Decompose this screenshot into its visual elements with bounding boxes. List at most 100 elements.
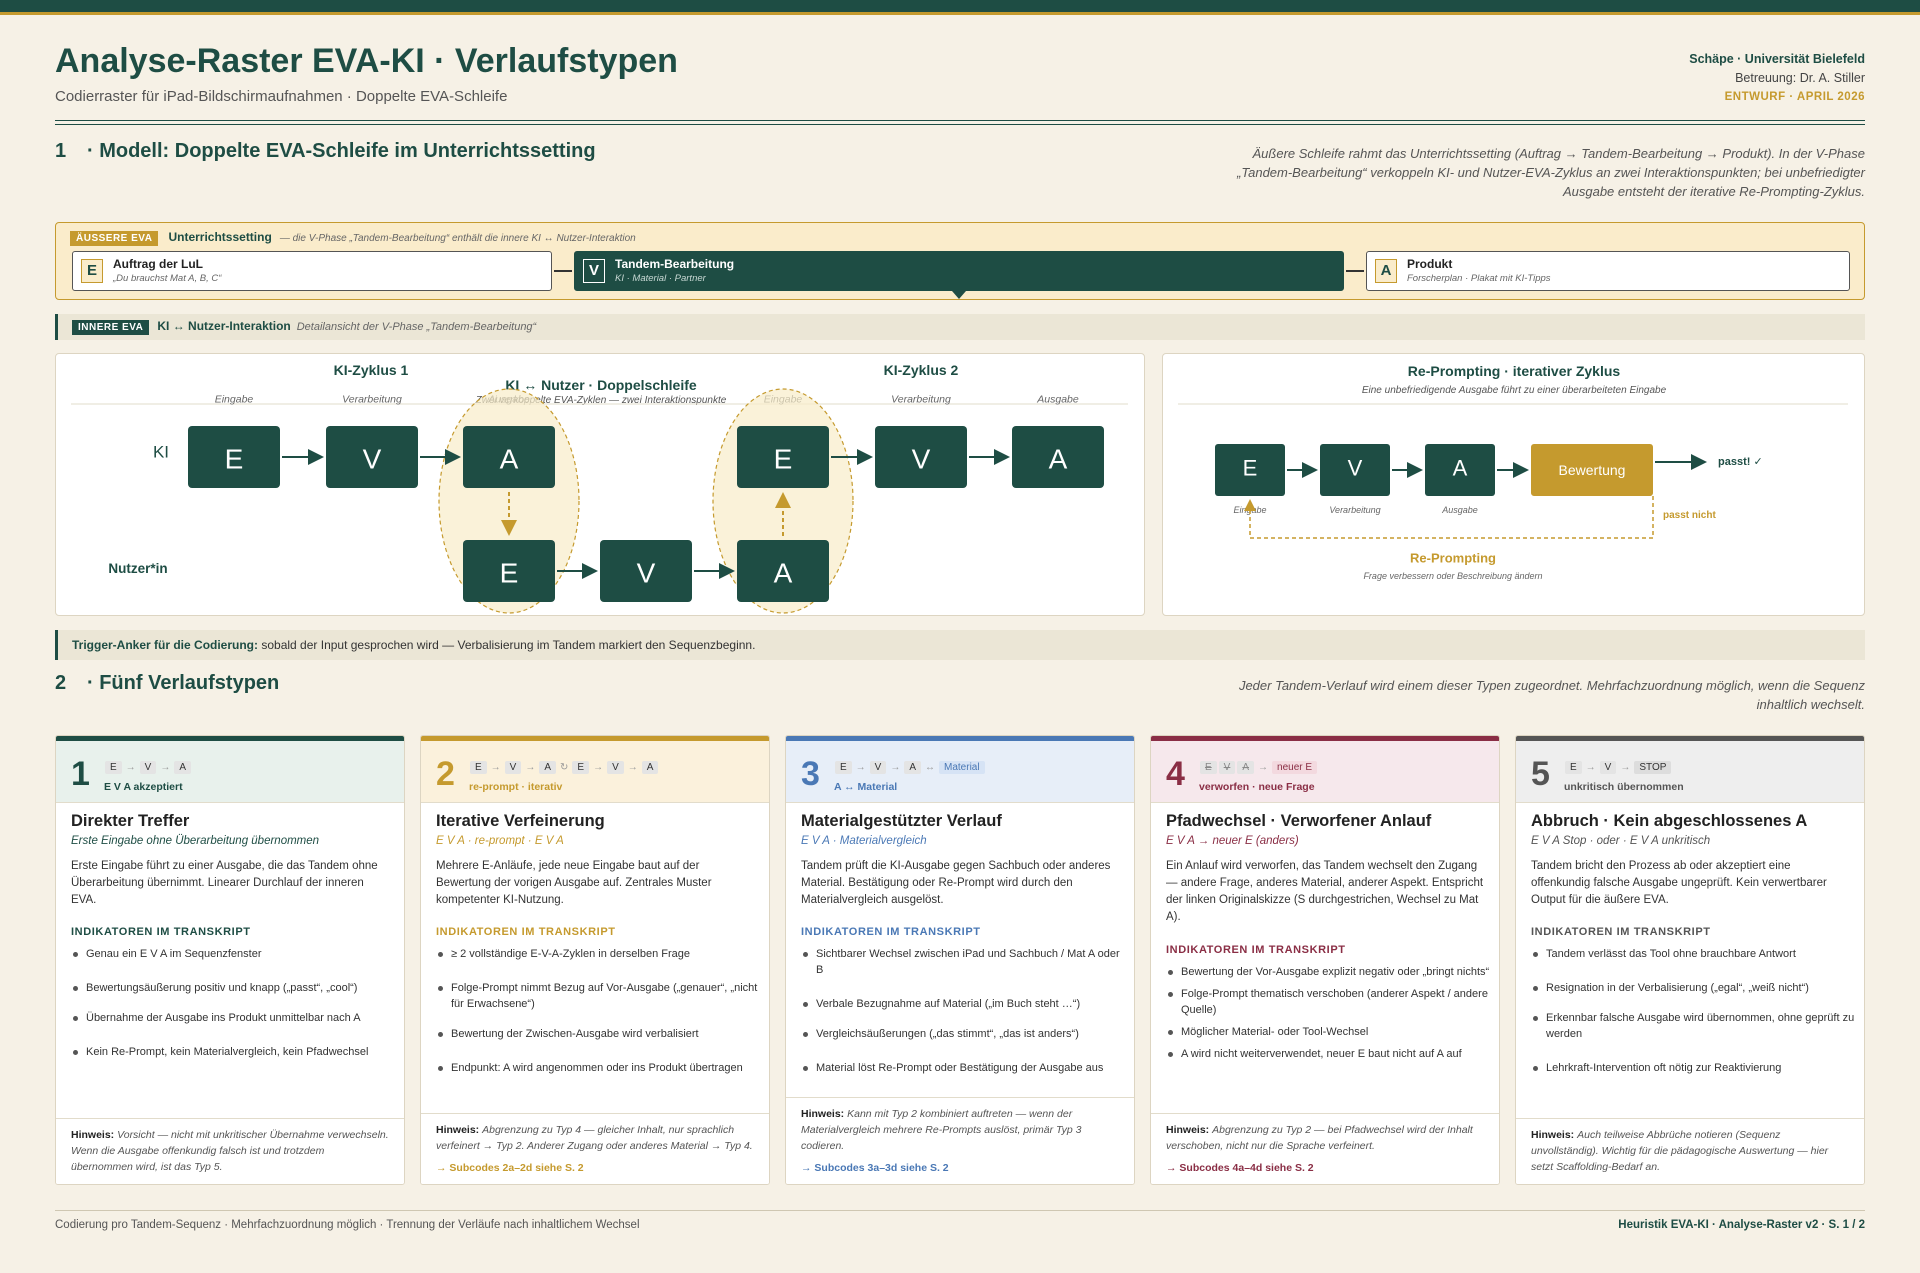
card-subtitle: Erste Eingabe ohne Überarbeitung übernom… [71,835,320,847]
hint-label: Hinweis: [436,1124,480,1136]
card-header: 4 E V A → neuer E verworfen · neue Frage [1151,736,1499,803]
outer-eva-label: Unterrichtssetting [168,230,272,244]
indicators-heading: INDIKATOREN IM TRANSKRIPT [436,926,616,938]
card-hint: Hinweis: Abgrenzung zu Typ 2 — bei Pfadw… [1151,1113,1499,1184]
reprompt-diagram: Re-Prompting · iterativer Zyklus Eine un… [1178,363,1848,581]
outer-arrow [1346,270,1364,272]
sequence-arrow: → [525,762,536,773]
double-loop-diagram: KI-Zyklus 1 KI-Zyklus 2 KI ↔ Nutzer · Do… [71,362,1128,614]
inner-eva-header: INNERE EVA KI ↔ Nutzer-Interaktion Detaila… [55,314,1865,340]
card-number: 3 [801,755,820,793]
row-label-ki: KI [153,443,169,462]
supervision: Betreuung: Dr. A. Stiller [1735,71,1865,85]
col-label-process: Verarbeitung [891,393,951,405]
type-card-3: 3 E → V → A ↔ Material A ↔ Material Materialgestü… [785,735,1135,1185]
indicators-heading: INDIKATOREN IM TRANSKRIPT [1166,944,1346,956]
sequence-arrow: → [160,762,171,773]
outer-box-tandem: V Tandem-Bearbeitung KI · Material · Par… [574,251,1344,291]
sequence-chip: A [904,761,922,774]
ki2-a-letter: A [1049,443,1068,474]
not-ok-label: passt nicht [1663,510,1716,521]
card-code: unkritisch übernommen [1564,781,1684,793]
sequence-arrow: ↻ [560,762,569,773]
outer-box-sub: „Du brauchst Mat A, B, C“ [113,273,222,284]
rp-process-label: Verarbeitung [1329,505,1380,515]
card-hint: Hinweis: Auch teilweise Abbrüche notiere… [1516,1118,1864,1184]
subcode-link[interactable]: → Subcodes 3a–3d siehe S. 2 [801,1160,1119,1176]
rp-e-letter: E [1243,456,1258,481]
ok-label: passt! ✓ [1718,456,1763,468]
card-code: verworfen · neue Frage [1199,781,1315,793]
page-subtitle: Codierraster für iPad-Bildschirmaufnahme… [55,88,508,105]
outer-box-title: Produkt [1407,257,1453,271]
double-loop-title: KI ↔ Nutzer · Doppelschleife [505,377,697,393]
card-number: 4 [1166,755,1185,793]
sequence-chip: V [1218,761,1236,774]
hint-label: Hinweis: [71,1129,115,1141]
indicator-item: Übernahme der Ausgabe ins Produkt unmitt… [71,1010,396,1026]
indicator-item: Folge-Prompt nimmt Bezug auf Vor-Ausgabe… [436,980,761,1012]
col-label-input: Eingabe [215,393,254,405]
sequence-chip: E [470,761,487,774]
indicator-item: Endpunkt: A wird angenommen oder ins Pro… [436,1060,761,1076]
sequence-chip: A [641,761,659,774]
outer-eva-panel: ÄUSSERE EVA Unterrichtssetting — die V-Pha… [55,222,1865,300]
section-1-title: 1 · Modell: Doppelte EVA-Schleife im Unte… [55,140,596,162]
indicator-item: Bewertung der Zwischen-Ausgabe wird verb… [436,1026,761,1042]
indicator-item: Folge-Prompt thematisch verschoben (ande… [1166,986,1491,1018]
card-code: E V A akzeptiert [104,781,183,793]
sequence-chip: E [572,761,590,774]
sequence-chip: V [869,761,887,774]
reprompt-loop-arrow [1244,496,1654,539]
card-title: Abbruch · Kein abgeschlossenes A [1531,812,1808,830]
card-number: 1 [71,755,90,793]
page-title: Analyse-Raster EVA-KI · Verlaufstypen [55,42,678,80]
reprompt-loop-title: Re-Prompting [1410,550,1496,565]
card-code: re-prompt · iterativ [469,781,563,793]
sequence-chip: A [1237,761,1255,774]
card-subtitle: E V A · Materialvergleich [801,835,927,847]
header-divider [55,120,1865,121]
type-card-2: 2 E → V → A ↻ E → V → Are-prompt · iterativ Iterativ… [420,735,770,1185]
ki-e-letter: E [225,443,244,474]
sequence-chip: STOP [1634,761,1672,774]
sequence-chip: E [835,761,852,774]
sequence-arrow: → [855,762,866,773]
card-subtitle: E V A Stop · oder · E V A unkritisch [1531,835,1711,847]
sequence-arrow: → [627,762,638,773]
rp-a-letter: A [1453,456,1468,481]
outer-box-title: Auftrag der LuL [113,257,203,271]
indicator-item: Resignation in der Verbalisierung („egal… [1531,980,1856,996]
outer-box-letter: E [81,259,103,283]
ki-a-letter: A [500,443,519,474]
col-label-process: Verarbeitung [342,393,402,405]
rp-v-letter: V [1348,456,1363,481]
card-sequence: E → V → A ↻ E → V → A [469,761,659,774]
indicator-item: Genau ein E V A im Sequenzfenster [71,946,396,962]
card-sequence: E V A → neuer E [1199,761,1318,774]
sequence-arrow: ↔ [925,762,936,773]
section-2-title: 2 · Fünf Verlaufstypen [55,672,280,694]
subcode-link[interactable]: → Subcodes 2a–2d siehe S. 2 [436,1160,754,1176]
ki-v-letter: V [363,443,382,474]
indicators-heading: INDIKATOREN IM TRANSKRIPT [801,926,981,938]
draft-status: ENTWURF · APRIL 2026 [1724,91,1865,103]
sequence-arrow: → [593,762,604,773]
indicator-item: Material löst Re-Prompt oder Bestätigung… [801,1060,1126,1076]
user-v-letter: V [637,557,656,588]
card-subtitle: E V A → neuer E (anders) [1166,835,1299,847]
col-label-output: Ausgabe [1036,393,1079,405]
sequence-chip: E [1200,761,1217,774]
sequence-chip: V [504,761,522,774]
card-title: Iterative Verfeinerung [436,812,605,830]
card-description: Tandem prüft die KI-Ausgabe gegen Sachbu… [801,860,1111,906]
card-title: Direkter Treffer [71,812,190,830]
hint-text: Auch teilweise Abbrüche notieren (Sequen… [1531,1129,1829,1173]
sequence-chip: A [174,761,192,774]
hint-text: Abgrenzung zu Typ 2 — bei Pfadwechsel wi… [1166,1124,1473,1152]
card-number: 5 [1531,755,1550,793]
card-subtitle: E V A · re-prompt · E V A [436,835,564,847]
outer-arrow [554,270,572,272]
outer-box-produkt: A Produkt Forscherplan · Plakat mit KI-T… [1366,251,1850,291]
subcode-link[interactable]: → Subcodes 4a–4d siehe S. 2 [1166,1160,1484,1176]
